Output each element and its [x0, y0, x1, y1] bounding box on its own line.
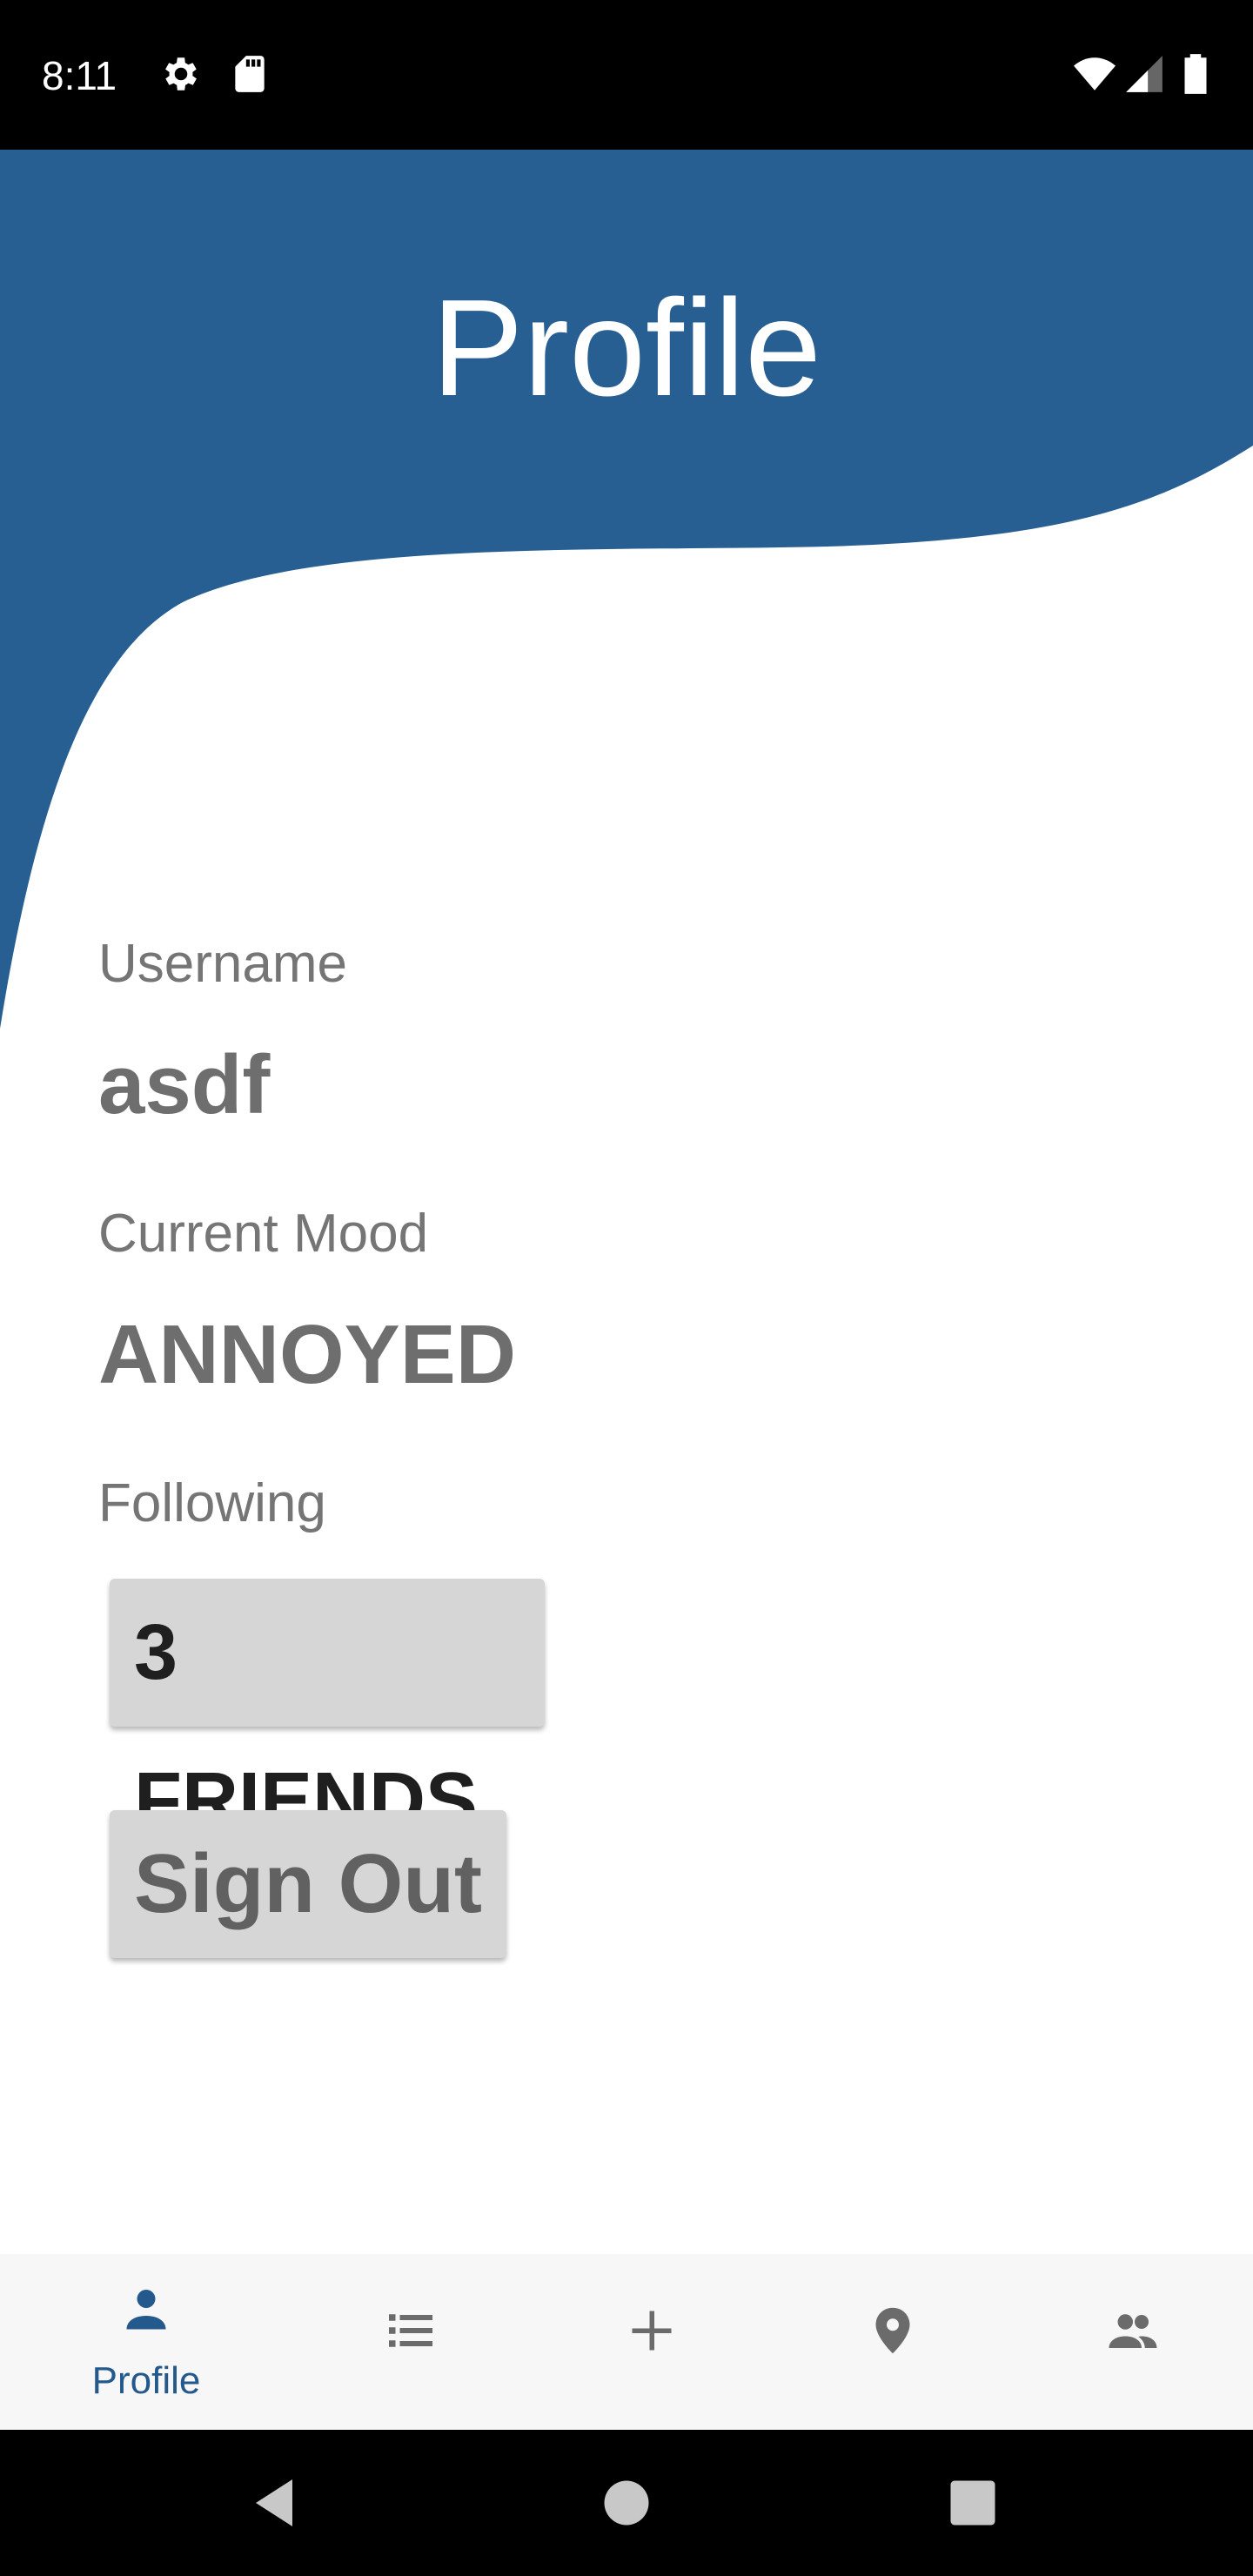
wifi-icon [1074, 57, 1116, 91]
profile-screen: 8:11 Profile Username asdf Current Mood … [0, 0, 1253, 2576]
list-icon [389, 2314, 432, 2347]
home-icon[interactable] [595, 2472, 658, 2534]
recents-icon[interactable] [941, 2472, 1004, 2534]
person-icon [126, 2290, 166, 2330]
mood-value: ANNOYED [98, 1308, 517, 1401]
status-time: 8:11 [42, 53, 117, 98]
location-pin-icon [875, 2307, 910, 2354]
system-navigation-bar [0, 2430, 1253, 2576]
sd-card-icon [235, 56, 265, 92]
back-icon[interactable] [245, 2472, 308, 2534]
nav-item-friends[interactable] [1008, 2254, 1253, 2430]
nav-item-profile[interactable]: Profile [21, 2254, 271, 2430]
username-label: Username [98, 934, 347, 994]
page-title: Profile [432, 272, 821, 425]
status-bar: 8:11 [0, 0, 1253, 150]
sign-out-button[interactable]: Sign Out [110, 1810, 506, 1958]
following-label: Following [98, 1473, 326, 1533]
username-value: asdf [98, 1038, 271, 1131]
plus-icon [632, 2311, 672, 2351]
friends-button[interactable]: 3 FRIENDS [110, 1579, 545, 1844]
battery-icon [1184, 54, 1207, 94]
people-icon [1109, 2314, 1157, 2348]
mood-label: Current Mood [98, 1204, 429, 1264]
settings-icon [165, 57, 197, 91]
nav-item-map[interactable] [767, 2254, 1018, 2430]
signal-icon [1126, 56, 1163, 92]
bottom-navigation: Profile [0, 2254, 1253, 2430]
nav-item-list[interactable] [285, 2254, 536, 2430]
nav-label-profile: Profile [91, 2359, 201, 2402]
nav-item-add[interactable] [526, 2254, 777, 2430]
